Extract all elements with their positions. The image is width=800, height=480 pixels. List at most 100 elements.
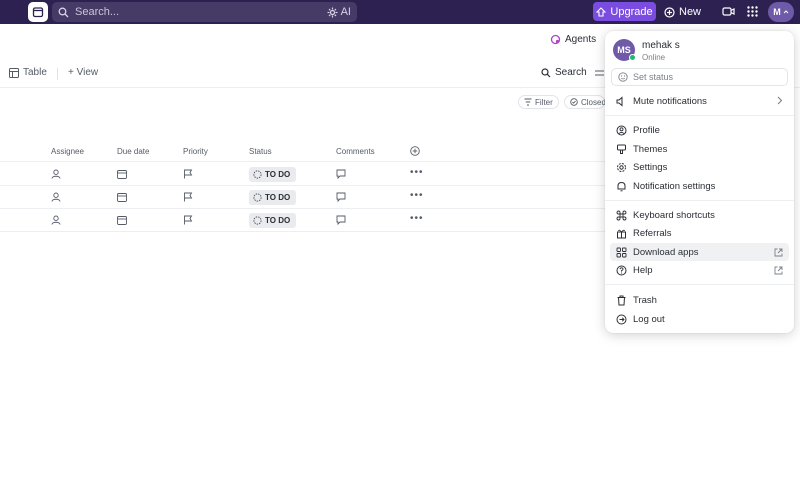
comment-icon[interactable] bbox=[336, 192, 346, 202]
profile-icon bbox=[616, 125, 627, 136]
global-search-input[interactable]: Search... AI bbox=[52, 2, 357, 22]
upgrade-label: Upgrade bbox=[610, 5, 653, 18]
chevron-right-icon bbox=[776, 96, 783, 105]
top-bar: Search... AI Upgrade New M bbox=[0, 0, 800, 24]
assignee-icon[interactable] bbox=[51, 192, 61, 202]
smiley-icon bbox=[618, 72, 628, 82]
table-row[interactable]: TO DO ••• bbox=[0, 163, 610, 186]
table-search-label: Search bbox=[555, 67, 587, 78]
user-menu: MS mehak s Online Set status Mute notifi… bbox=[605, 31, 794, 333]
ai-label: AI bbox=[340, 6, 351, 18]
todo-status-icon bbox=[253, 170, 262, 179]
column-priority[interactable]: Priority bbox=[183, 147, 208, 156]
agents-label: Agents bbox=[565, 34, 597, 45]
more-options-icon[interactable]: ••• bbox=[410, 190, 424, 201]
themes-icon bbox=[616, 144, 627, 155]
menu-item-label: Profile bbox=[633, 124, 660, 136]
status-badge[interactable]: TO DO bbox=[249, 190, 296, 205]
apps-grid-icon[interactable] bbox=[746, 5, 759, 18]
add-column-icon[interactable] bbox=[410, 146, 420, 156]
video-record-icon[interactable] bbox=[722, 5, 735, 18]
customize-icon[interactable] bbox=[595, 69, 604, 78]
add-view-button[interactable]: + View bbox=[68, 67, 98, 78]
comment-icon[interactable] bbox=[336, 215, 346, 225]
menu-item-themes[interactable]: Themes bbox=[610, 140, 789, 158]
tab-table-label: Table bbox=[23, 67, 47, 78]
new-label: New bbox=[679, 6, 702, 18]
menu-item-label: Trash bbox=[633, 294, 657, 306]
menu-item-label: Keyboard shortcuts bbox=[633, 209, 715, 221]
mute-icon bbox=[616, 95, 627, 107]
presence-status: Online bbox=[642, 53, 666, 62]
add-view-label: + View bbox=[68, 67, 99, 78]
ai-button[interactable]: AI bbox=[327, 6, 351, 18]
closed-toggle[interactable]: Closed bbox=[564, 95, 606, 109]
table-search-button[interactable]: Search bbox=[541, 67, 587, 78]
table-row[interactable]: TO DO ••• bbox=[0, 186, 610, 209]
upgrade-button[interactable]: Upgrade bbox=[593, 2, 656, 21]
bell-icon bbox=[616, 181, 627, 192]
todo-status-icon bbox=[253, 216, 262, 225]
agents-button[interactable]: Agents bbox=[550, 34, 596, 45]
table-header: Assignee Due date Priority Status Commen… bbox=[0, 140, 610, 162]
menu-item-mute-notifications[interactable]: Mute notifications bbox=[610, 92, 789, 110]
column-due-date[interactable]: Due date bbox=[117, 147, 149, 156]
apps-icon bbox=[616, 247, 627, 258]
menu-item-label: Notification settings bbox=[633, 180, 716, 192]
column-status[interactable]: Status bbox=[249, 147, 272, 156]
menu-item-notification-settings[interactable]: Notification settings bbox=[610, 177, 789, 195]
due-date-icon[interactable] bbox=[117, 169, 127, 179]
menu-item-settings[interactable]: Settings bbox=[610, 158, 789, 176]
column-comments[interactable]: Comments bbox=[336, 147, 375, 156]
priority-flag-icon[interactable] bbox=[183, 192, 193, 202]
home-logo-icon[interactable] bbox=[28, 2, 48, 22]
comment-icon[interactable] bbox=[336, 169, 346, 179]
status-badge[interactable]: TO DO bbox=[249, 167, 296, 182]
sparkle-icon bbox=[327, 7, 338, 18]
assignee-icon[interactable] bbox=[51, 169, 61, 179]
more-options-icon[interactable]: ••• bbox=[410, 167, 424, 178]
filter-button[interactable]: Filter bbox=[518, 95, 559, 109]
filter-icon bbox=[524, 98, 532, 106]
status-label: TO DO bbox=[265, 216, 291, 225]
priority-flag-icon[interactable] bbox=[183, 215, 193, 225]
menu-item-label: Themes bbox=[633, 143, 668, 155]
search-placeholder: Search... bbox=[75, 6, 120, 18]
menu-item-trash[interactable]: Trash bbox=[610, 291, 789, 309]
status-label: TO DO bbox=[265, 193, 291, 202]
menu-item-log-out[interactable]: Log out bbox=[610, 310, 789, 328]
menu-item-label: Mute notifications bbox=[633, 95, 707, 107]
menu-item-referrals[interactable]: Referrals bbox=[610, 224, 789, 242]
menu-item-profile[interactable]: Profile bbox=[610, 121, 789, 139]
user-name: mehak s bbox=[642, 40, 680, 51]
external-link-icon bbox=[774, 266, 783, 275]
chevron-up-icon bbox=[783, 9, 789, 15]
status-label: TO DO bbox=[265, 170, 291, 179]
menu-item-help[interactable]: Help bbox=[610, 261, 789, 279]
due-date-icon[interactable] bbox=[117, 215, 127, 225]
menu-item-download-apps[interactable]: Download apps bbox=[610, 243, 789, 261]
table-row[interactable]: TO DO ••• bbox=[0, 209, 610, 232]
search-icon bbox=[58, 7, 69, 18]
more-options-icon[interactable]: ••• bbox=[410, 213, 424, 224]
status-badge[interactable]: TO DO bbox=[249, 213, 296, 228]
column-assignee[interactable]: Assignee bbox=[51, 147, 84, 156]
filter-label: Filter bbox=[535, 97, 553, 107]
user-avatar-button[interactable]: M bbox=[768, 2, 794, 22]
help-icon bbox=[616, 265, 627, 276]
due-date-icon[interactable] bbox=[117, 192, 127, 202]
table-icon bbox=[9, 67, 19, 78]
menu-divider bbox=[605, 200, 794, 201]
menu-item-label: Download apps bbox=[633, 246, 699, 258]
set-status-field[interactable]: Set status bbox=[611, 68, 788, 86]
priority-flag-icon[interactable] bbox=[183, 169, 193, 179]
assignee-icon[interactable] bbox=[51, 215, 61, 225]
menu-item-keyboard-shortcuts[interactable]: Keyboard shortcuts bbox=[610, 206, 789, 224]
trash-icon bbox=[616, 295, 627, 306]
new-button[interactable]: New bbox=[664, 3, 701, 21]
menu-item-label: Referrals bbox=[633, 227, 672, 239]
tab-table[interactable]: Table bbox=[9, 67, 47, 78]
logout-icon bbox=[616, 314, 627, 325]
menu-divider bbox=[605, 115, 794, 116]
gift-icon bbox=[616, 228, 627, 239]
